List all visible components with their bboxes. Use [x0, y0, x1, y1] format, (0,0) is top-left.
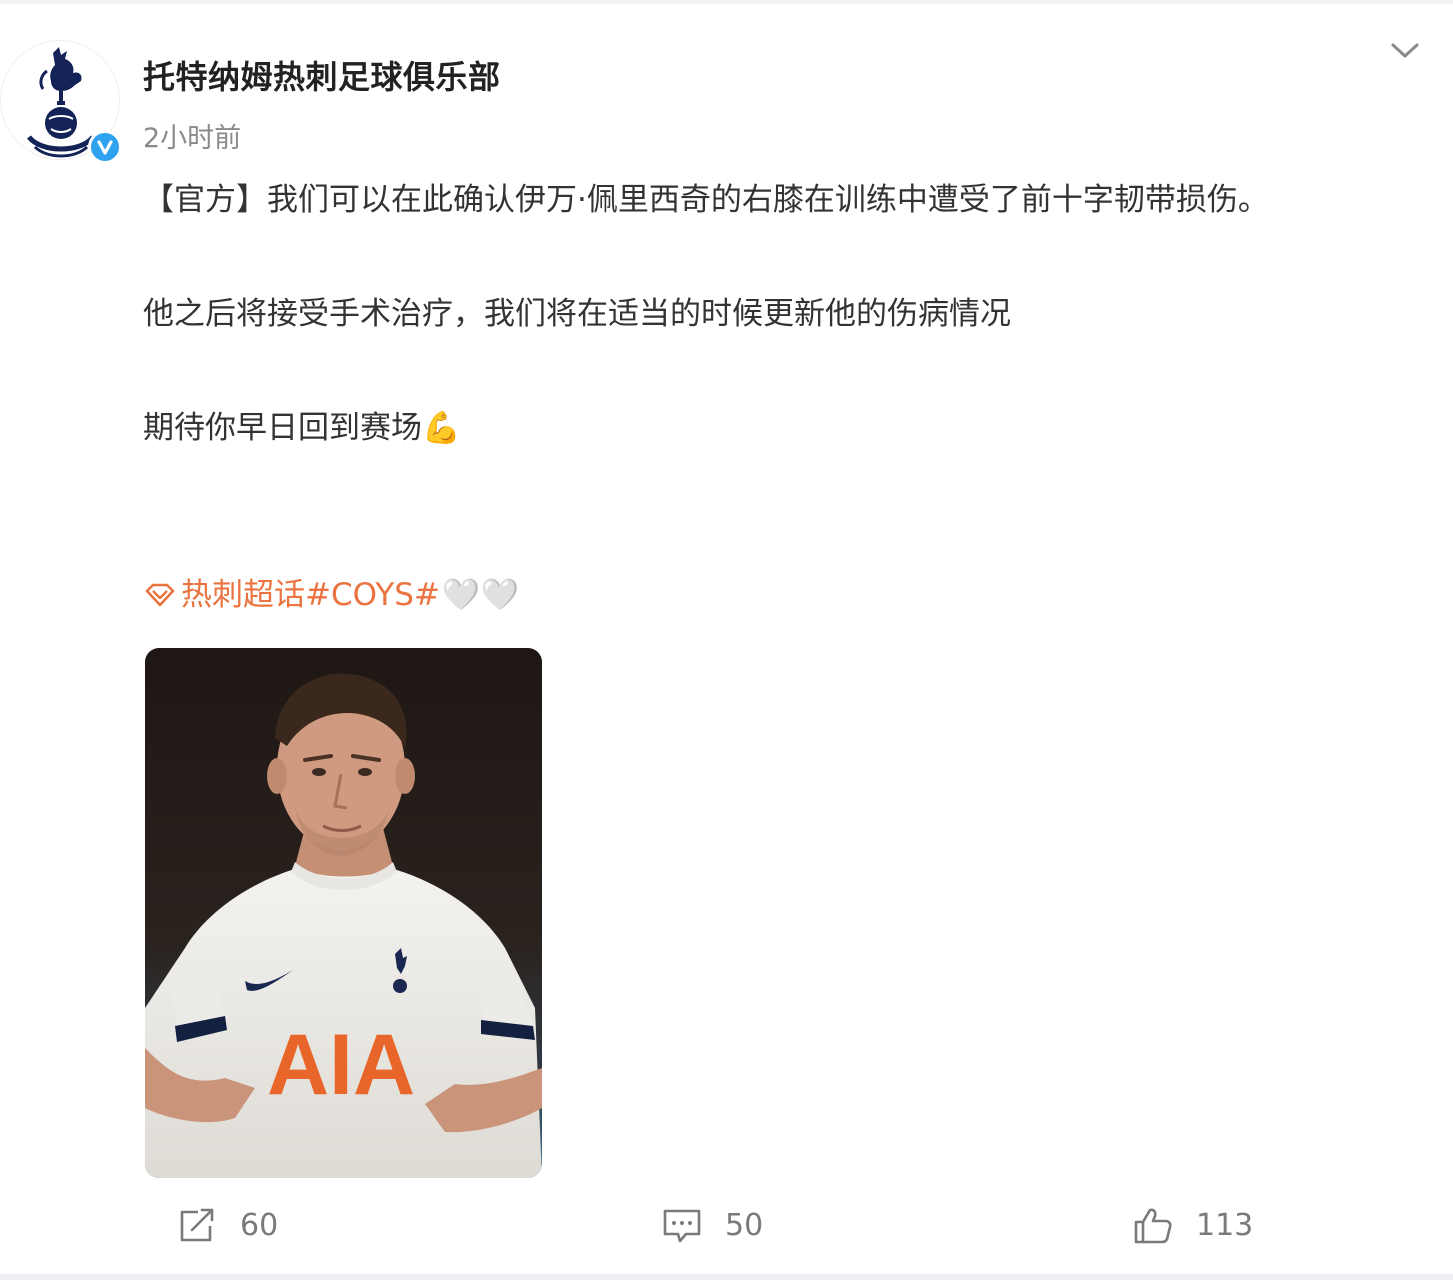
sponsor-logo: AIA	[267, 1017, 415, 1113]
like-button[interactable]: 113	[1132, 1200, 1253, 1250]
topic-label: 热刺超话#COYS#	[181, 577, 440, 613]
more-menu-button[interactable]	[1385, 34, 1425, 68]
weibo-post-card: 托特纳姆热刺足球俱乐部 2小时前 【官方】我们可以在此确认伊万·佩里西奇的右膝在…	[0, 0, 1453, 1280]
topic-line: 热刺超话#COYS# 🤍🤍	[143, 572, 519, 618]
post-paragraph: 期待你早日回到赛场💪	[143, 410, 461, 446]
verified-badge-icon	[88, 130, 122, 164]
comment-count: 50	[725, 1207, 764, 1243]
repost-icon	[180, 1208, 214, 1242]
author-name[interactable]: 托特纳姆热刺足球俱乐部	[143, 52, 501, 98]
top-divider	[0, 0, 1453, 4]
post-paragraph: 他之后将接受手术治疗，我们将在适当的时候更新他的伤病情况	[143, 296, 1011, 332]
comment-button[interactable]: 50	[661, 1200, 763, 1250]
post-content: 【官方】我们可以在此确认伊万·佩里西奇的右膝在训练中遭受了前十字韧带损伤。 他之…	[143, 172, 1373, 457]
white-hearts: 🤍🤍	[441, 577, 520, 613]
thumbs-up-icon	[1134, 1208, 1172, 1244]
repost-count: 60	[240, 1207, 279, 1243]
chevron-down-icon	[1391, 43, 1419, 58]
topic-link[interactable]: 热刺超话#COYS#	[143, 572, 440, 618]
repost-button[interactable]: 60	[176, 1200, 278, 1250]
comment-icon	[663, 1209, 701, 1243]
player-photo: AIA	[145, 648, 542, 1178]
bottom-divider	[0, 1274, 1453, 1280]
super-topic-icon	[145, 583, 175, 607]
post-timestamp[interactable]: 2小时前	[143, 116, 241, 155]
post-image[interactable]: AIA	[145, 648, 542, 1178]
like-count: 113	[1196, 1207, 1254, 1243]
post-paragraph: 【官方】我们可以在此确认伊万·佩里西奇的右膝在训练中遭受了前十字韧带损伤。	[143, 182, 1269, 218]
